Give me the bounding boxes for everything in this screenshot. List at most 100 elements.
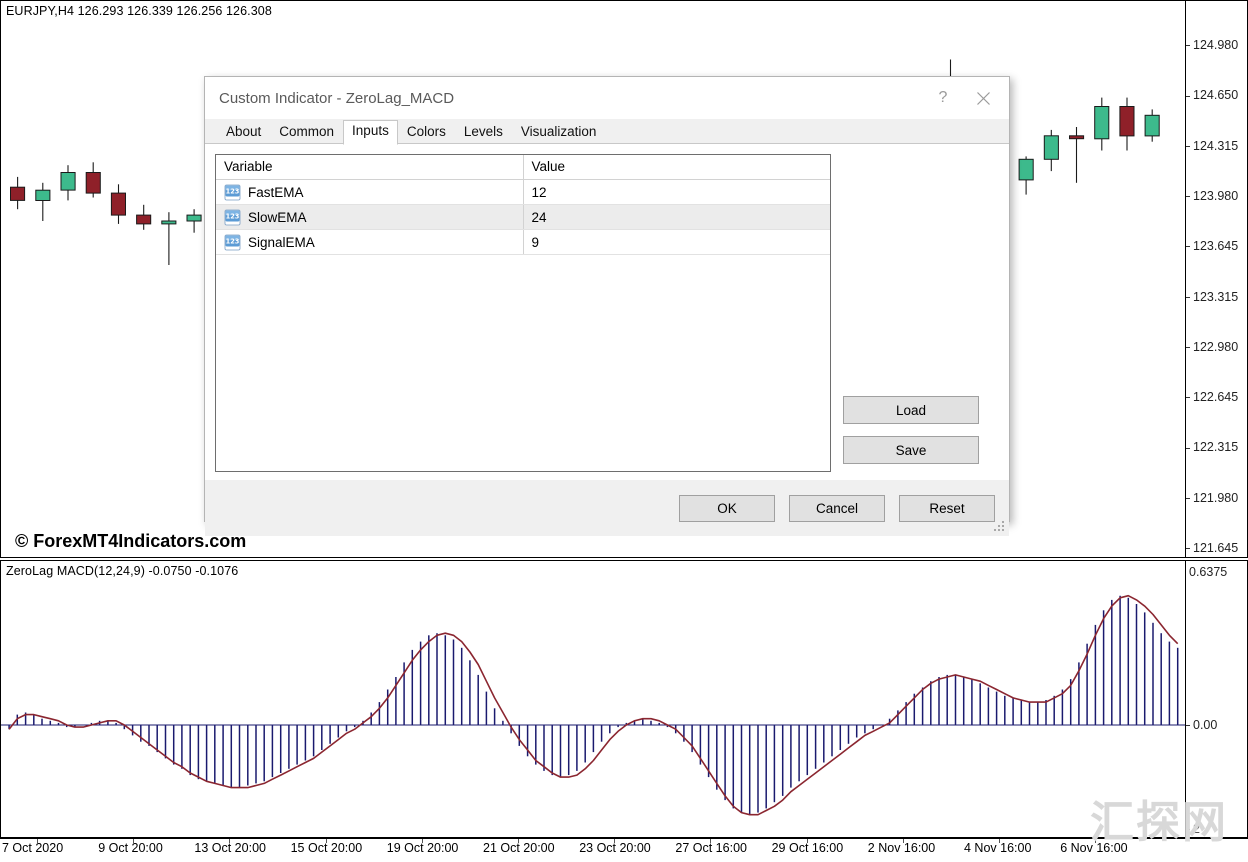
tab-levels[interactable]: Levels (455, 120, 512, 144)
price-axis[interactable]: 124.980124.650124.315123.980123.645123.3… (1185, 1, 1247, 557)
price-axis-tick: 122.645 (1186, 390, 1247, 404)
inputs-panel: Variable Value 123FastEMA12123SlowEMA241… (205, 144, 1009, 480)
custom-indicator-dialog: Custom Indicator - ZeroLag_MACD ? AboutC… (204, 76, 1010, 522)
tab-common[interactable]: Common (270, 120, 343, 144)
parameters-table: Variable Value 123FastEMA12123SlowEMA241… (216, 155, 830, 255)
dialog-body: AboutCommon Inputs Colors Levels Visualizati… (205, 119, 1009, 536)
grip-dot (998, 525, 1000, 527)
macd-axis-tick: 0.6375 (1186, 565, 1247, 579)
time-axis[interactable]: 7 Oct 20209 Oct 20:0013 Oct 20:0015 Oct … (0, 838, 1248, 862)
tab-about[interactable]: About (217, 120, 270, 144)
grip-dot (1002, 525, 1004, 527)
tick-dash (1186, 96, 1190, 97)
help-icon[interactable]: ? (923, 84, 963, 112)
tick-label: 122.980 (1193, 340, 1238, 354)
tick-dash (1186, 448, 1190, 449)
macd-axis-tick: 0.00 (1186, 718, 1247, 732)
tick-label: 123.315 (1193, 290, 1238, 304)
tab-visualization[interactable]: Visualization (512, 120, 606, 144)
tick-label: 122.315 (1193, 440, 1238, 454)
tick-label: 124.315 (1193, 139, 1238, 153)
reset-button[interactable]: Reset (899, 495, 995, 522)
value-cell[interactable]: 9 (523, 230, 830, 255)
tick-dash (1186, 347, 1190, 348)
tick-dash (1186, 397, 1190, 398)
tick-label: 122.645 (1193, 390, 1238, 404)
tick-label: 121.980 (1193, 491, 1238, 505)
variable-name: SignalEMA (248, 235, 315, 250)
variable-cell-content: 123 FastEMA (224, 184, 515, 201)
tab-label: Visualization (521, 124, 597, 139)
side-button-group: Load Save (843, 154, 993, 472)
column-header-variable: Variable (216, 155, 523, 180)
tick-label: 124.650 (1193, 88, 1238, 102)
dialog-title: Custom Indicator - ZeroLag_MACD (219, 90, 923, 107)
tick-dash (1186, 146, 1190, 147)
tab-label: Inputs (352, 123, 389, 138)
tab-label: Colors (407, 124, 446, 139)
footer-button-group: OK Cancel Reset (679, 495, 995, 522)
cancel-button[interactable]: Cancel (789, 495, 885, 522)
tick-dash (1186, 297, 1190, 298)
dialog-footer: OK Cancel Reset (205, 480, 1009, 536)
variable-cell: 123SignalEMA (216, 230, 523, 255)
close-icon[interactable] (963, 84, 1003, 112)
integer-type-icon: 123 (224, 209, 241, 226)
tick-dash (1186, 45, 1190, 46)
time-axis-label: 2 Nov 16:00 (868, 841, 935, 855)
tab-colors[interactable]: Colors (398, 120, 455, 144)
tick-dash (1186, 548, 1190, 549)
integer-type-icon: 123 (224, 184, 241, 201)
time-axis-label: 21 Oct 20:00 (483, 841, 555, 855)
dialog-tabstrip[interactable]: AboutCommon Inputs Colors Levels Visualizati… (205, 119, 1009, 144)
ok-button[interactable]: OK (679, 495, 775, 522)
tab-label: Levels (464, 124, 503, 139)
time-axis-label: 27 Oct 16:00 (675, 841, 747, 855)
grip-dot (1002, 529, 1004, 531)
parameters-grid[interactable]: Variable Value 123FastEMA12123SlowEMA241… (215, 154, 831, 472)
save-button[interactable]: Save (843, 436, 979, 464)
price-axis-tick: 122.980 (1186, 340, 1247, 354)
time-axis-label: 6 Nov 16:00 (1060, 841, 1127, 855)
time-axis-label: 7 Oct 2020 (2, 841, 63, 855)
variable-cell: 123SlowEMA (216, 205, 523, 230)
table-row[interactable]: 123SlowEMA24 (216, 205, 830, 230)
time-axis-label: 15 Oct 20:00 (291, 841, 363, 855)
time-axis-label: 9 Oct 20:00 (98, 841, 163, 855)
tick-label: 124.980 (1193, 38, 1238, 52)
tick-label: 0.6375 (1189, 565, 1227, 579)
column-header-value: Value (523, 155, 830, 180)
table-row[interactable]: 123 FastEMA 12 (216, 180, 830, 205)
tick-label: 123.645 (1193, 239, 1238, 253)
grip-dot (1002, 521, 1004, 523)
price-axis-tick: 123.315 (1186, 290, 1247, 304)
price-axis-tick: 124.980 (1186, 38, 1247, 52)
svg-text:123: 123 (226, 212, 240, 220)
mt4-chart-app: EURJPY,H4 126.293 126.339 126.256 126.30… (0, 0, 1248, 862)
tick-label: 0.00 (1193, 718, 1217, 732)
tick-label: 2 (1193, 822, 1200, 836)
macd-value-axis[interactable]: 0.6375 0.00 2 (1185, 561, 1247, 837)
dialog-titlebar[interactable]: Custom Indicator - ZeroLag_MACD ? (205, 77, 1009, 119)
macd-plot-area[interactable] (1, 561, 1185, 837)
help-icon-glyph: ? (939, 89, 948, 107)
resize-grip[interactable] (994, 521, 1006, 533)
tick-dash (1186, 725, 1190, 726)
price-axis-tick: 123.645 (1186, 239, 1247, 253)
tab-inputs[interactable]: Inputs (343, 120, 398, 145)
variable-cell-content: 123SignalEMA (224, 234, 515, 251)
time-axis-label: 19 Oct 20:00 (387, 841, 459, 855)
grip-dot (994, 529, 996, 531)
variable-name: FastEMA (248, 185, 304, 200)
price-axis-tick: 124.650 (1186, 88, 1247, 102)
load-button[interactable]: Load (843, 396, 979, 424)
time-axis-label: 23 Oct 20:00 (579, 841, 651, 855)
tick-dash (1186, 829, 1190, 830)
table-row[interactable]: 123SignalEMA 9 (216, 230, 830, 255)
value-cell[interactable]: 12 (523, 180, 830, 205)
macd-axis-tick-partial: 2 (1186, 822, 1247, 836)
macd-svg (1, 561, 1185, 837)
close-icon-glyph (976, 91, 991, 106)
grip-dot (998, 529, 1000, 531)
value-cell[interactable]: 24 (523, 205, 830, 230)
